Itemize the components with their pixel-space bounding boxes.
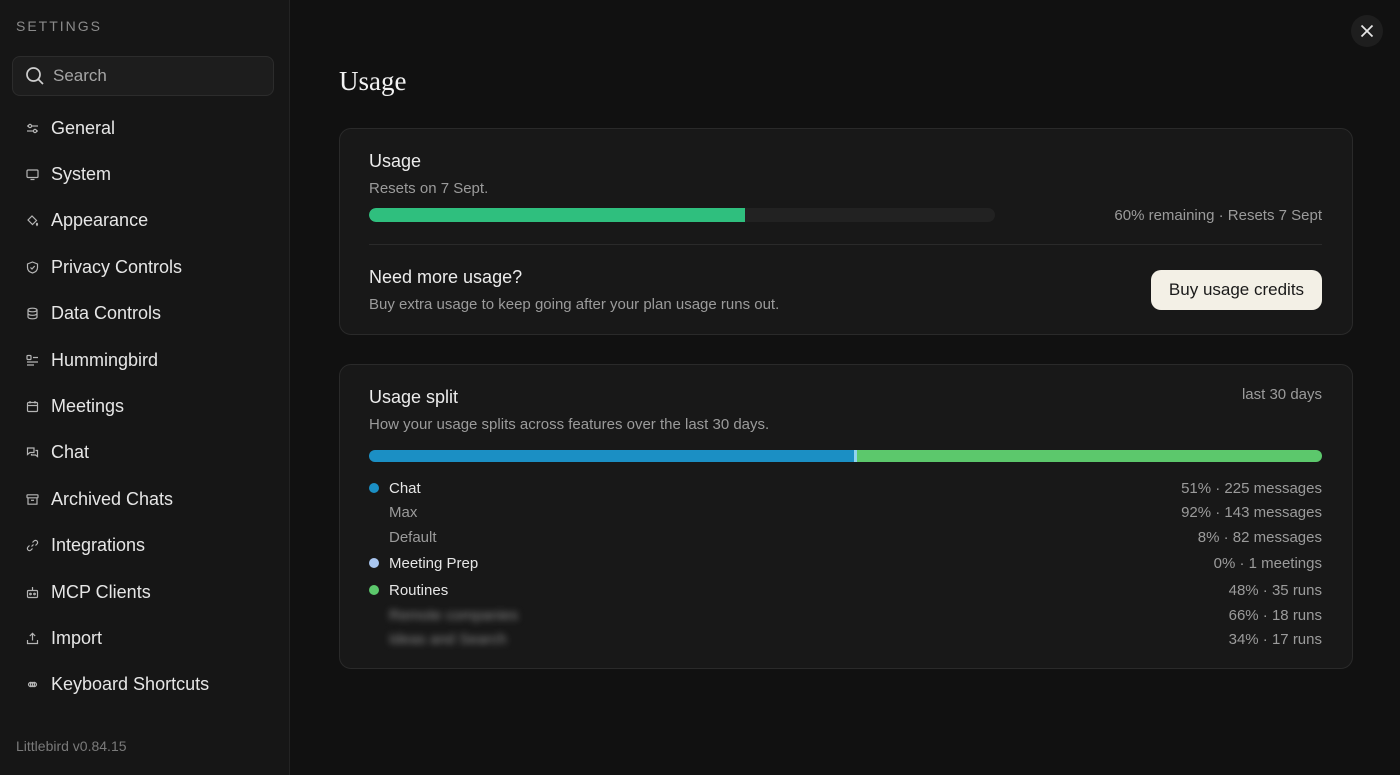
usage-sub-row: Max 92% · 143 messages (369, 502, 1322, 522)
sidebar-item-label: Chat (51, 442, 90, 463)
plug-icon (26, 586, 39, 599)
need-more-description: Buy extra usage to keep going after your… (369, 296, 780, 313)
sidebar-item-label: Keyboard Shortcuts (51, 674, 210, 695)
sidebar-item-archived-chats[interactable]: Archived Chats (0, 476, 290, 522)
buy-usage-credits-button[interactable]: Buy usage credits (1151, 270, 1322, 310)
paint-bucket-icon (26, 214, 39, 227)
sidebar-item-label: MCP Clients (51, 581, 151, 602)
sliders-icon (26, 122, 39, 135)
usage-sub-row: Ideas and Search 34% · 17 runs (369, 629, 1322, 649)
usage-row-label: Routines (389, 581, 449, 599)
settings-sidebar: SETTINGS General System Appearance Privacy … (0, 0, 290, 775)
app-version: Littlebird v0.84.15 (16, 738, 127, 754)
close-icon (1360, 24, 1374, 38)
upload-icon (26, 632, 39, 645)
usage-row-value: 48% · 35 runs (1228, 581, 1322, 599)
usage-feature-row: Routines 48% · 35 runs (369, 580, 1322, 600)
sidebar-item-label: Integrations (51, 535, 146, 556)
usage-card-title: Usage (369, 151, 422, 171)
usage-remaining-text: 60% remaining · Resets 7 Sept (1114, 207, 1322, 224)
sidebar-item-hummingbird[interactable]: Hummingbird (0, 337, 290, 383)
sidebar-item-label: System (51, 164, 112, 185)
sidebar-item-data-controls[interactable]: Data Controls (0, 291, 290, 337)
sidebar-item-label: Import (51, 627, 103, 648)
calendar-icon (26, 400, 39, 413)
sidebar-item-integrations[interactable]: Integrations (0, 523, 290, 569)
archive-icon (26, 493, 39, 506)
legend-dot (369, 483, 379, 493)
search-icon (26, 67, 44, 85)
usage-row-value: 66% · 18 runs (1228, 606, 1322, 624)
chat-icon (26, 446, 39, 459)
usage-row-label: Max (389, 503, 418, 521)
usage-row-value: 0% · 1 meetings (1213, 554, 1322, 572)
usage-sub-row: Remote companies 66% · 18 runs (369, 605, 1322, 625)
sidebar-item-system[interactable]: System (0, 151, 290, 197)
usage-row-value: 8% · 82 messages (1197, 528, 1322, 546)
close-button[interactable] (1351, 15, 1383, 47)
usage-progress-fill (369, 208, 745, 222)
sidebar-heading: SETTINGS (16, 18, 103, 34)
usage-sub-row: Default 8% · 82 messages (369, 527, 1322, 547)
sidebar-item-import[interactable]: Import (0, 615, 290, 661)
usage-feature-row: Chat 51% · 225 messages (369, 478, 1322, 498)
usage-row-label: Default (389, 528, 437, 546)
need-more-title: Need more usage? (369, 267, 523, 287)
usage-row-value: 34% · 17 runs (1228, 630, 1322, 648)
legend-dot (369, 558, 379, 568)
period-label: last 30 days (1241, 386, 1322, 403)
usage-progress-bar (369, 208, 995, 222)
sidebar-item-label: General (51, 117, 116, 138)
sidebar-item-appearance[interactable]: Appearance (0, 198, 290, 244)
sidebar-item-meetings[interactable]: Meetings (0, 383, 290, 429)
usage-split-card: Usage split last 30 days How your usage … (339, 364, 1353, 669)
usage-reset-text: Resets on 7 Sept. (369, 180, 489, 197)
sidebar-item-chat[interactable]: Chat (0, 430, 290, 476)
sidebar-item-mcp-clients[interactable]: MCP Clients (0, 569, 290, 615)
monitor-icon (26, 168, 39, 181)
usage-split-description: How your usage splits across features ov… (369, 416, 770, 433)
sidebar-item-general[interactable]: General (0, 105, 290, 151)
divider (369, 244, 1322, 245)
sidebar-item-label: Hummingbird (51, 349, 159, 370)
sidebar-item-keyboard-shortcuts[interactable]: Keyboard Shortcuts (0, 662, 290, 708)
usage-row-value: 92% · 143 messages (1181, 503, 1322, 521)
search-input[interactable] (53, 66, 253, 86)
link-icon (26, 539, 39, 552)
search-box[interactable] (12, 56, 274, 96)
usage-split-bar (369, 450, 1322, 462)
sidebar-item-label: Data Controls (51, 303, 162, 324)
sidebar-item-label: Appearance (51, 210, 149, 231)
page-title: Usage (339, 66, 407, 96)
usage-row-label: Chat (389, 479, 421, 497)
hummingbird-icon (26, 354, 39, 367)
usage-row-label: Ideas and Search (389, 630, 507, 648)
settings-nav: General System Appearance Privacy Controls D… (0, 105, 290, 708)
usage-row-label: Meeting Prep (389, 554, 479, 572)
split-segment-chat (369, 450, 854, 462)
usage-row-value: 51% · 225 messages (1181, 479, 1322, 497)
database-icon (26, 307, 39, 320)
sidebar-item-privacy-controls[interactable]: Privacy Controls (0, 244, 290, 290)
sidebar-item-label: Archived Chats (51, 488, 174, 509)
usage-card: Usage Resets on 7 Sept. 60% remaining · … (339, 128, 1353, 335)
sidebar-item-label: Privacy Controls (51, 256, 183, 277)
command-icon (26, 678, 39, 691)
sidebar-item-label: Meetings (51, 396, 125, 417)
shield-icon (26, 261, 39, 274)
usage-row-label: Remote companies (389, 606, 519, 624)
usage-feature-row: Meeting Prep 0% · 1 meetings (369, 553, 1322, 573)
usage-split-title: Usage split (369, 387, 459, 407)
split-segment-routines (856, 450, 1322, 462)
legend-dot (369, 585, 379, 595)
